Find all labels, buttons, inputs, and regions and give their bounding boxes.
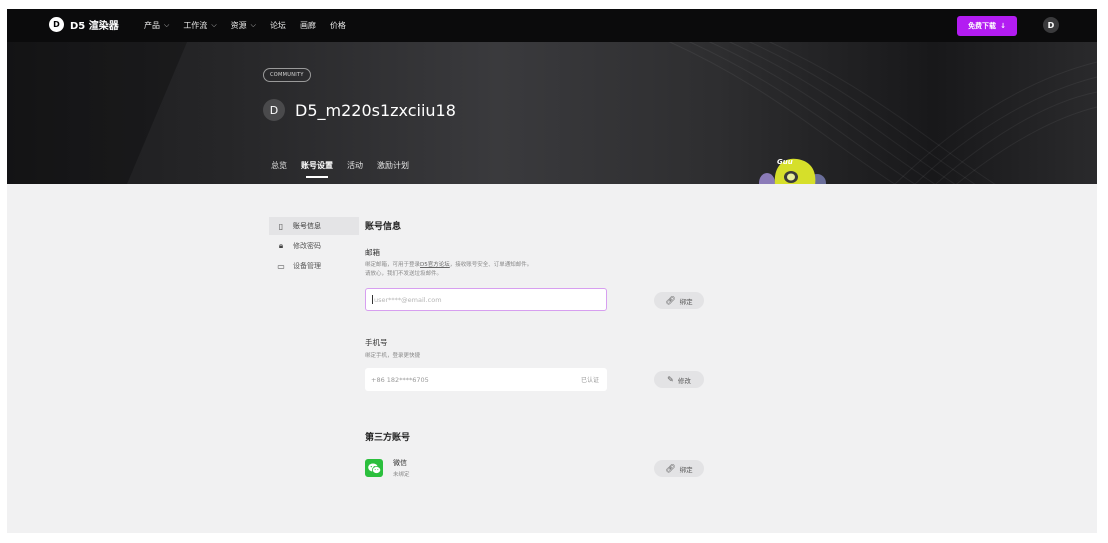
tab-overview[interactable]: 总览 xyxy=(271,160,287,171)
edit-phone-button[interactable]: ✎ 修改 xyxy=(654,371,704,388)
wechat-status: 未绑定 xyxy=(393,472,410,478)
settings-sidebar: ▯ 账号信息 🔒︎ 修改密码 ▭ 设备管理 xyxy=(269,217,359,277)
nav-item-forum[interactable]: 论坛 xyxy=(270,20,286,31)
phone-field[interactable]: +86 182****6705 已认证 xyxy=(365,368,607,391)
nav-item-label: 资源 xyxy=(230,21,247,30)
bind-email-label: 绑定 xyxy=(679,297,693,306)
pencil-icon: ✎ xyxy=(667,375,674,384)
email-label: 邮箱 xyxy=(365,248,380,257)
section-title-third-party: 第三方账号 xyxy=(365,433,411,443)
profile-username: D5_m220s1zxciiu18 xyxy=(295,100,456,120)
profile-avatar: D xyxy=(263,99,285,121)
phone-icon: ▯ xyxy=(278,221,284,231)
email-desc-prefix: 绑定邮箱，可用于登录 xyxy=(365,262,421,268)
nav-menu: 产品 ⌵ 工作流 ⌵ 资源 ⌵ 论坛 画廊 价格 xyxy=(144,20,360,31)
app-window: D D5 渲染器 产品 ⌵ 工作流 ⌵ 资源 ⌵ 论坛 画廊 价格 免费下载 ↓… xyxy=(7,9,1097,533)
nav-item-label: 工作流 xyxy=(183,21,208,30)
profile-hero: COMMUNITY D D5_m220s1zxciiu18 总览 账号设置 活动… xyxy=(7,42,1097,184)
email-description: 绑定邮箱，可用于登录D5官方论坛，接收账号安全、订单通知邮件。 请放心，我们不发… xyxy=(365,261,665,279)
link-icon: 🔗︎ xyxy=(665,296,676,305)
nav-item-product[interactable]: 产品 ⌵ xyxy=(144,20,169,31)
wechat-name: 微信 xyxy=(393,459,407,467)
nav-item-resources[interactable]: 资源 ⌵ xyxy=(231,20,256,31)
tab-activity[interactable]: 活动 xyxy=(347,160,363,171)
sidebar-item-change-password[interactable]: 🔒︎ 修改密码 xyxy=(269,237,359,255)
user-avatar[interactable]: D xyxy=(1043,17,1059,33)
chevron-down-icon: ⌵ xyxy=(164,21,170,29)
email-input[interactable]: user****@email.com xyxy=(365,288,607,311)
tab-incentive[interactable]: 激励计划 xyxy=(377,160,409,171)
phone-verified-status: 已认证 xyxy=(580,377,599,384)
bind-wechat-button[interactable]: 🔗︎ 绑定 xyxy=(654,460,704,477)
email-placeholder: user****@email.com xyxy=(374,295,442,304)
sidebar-item-account-info[interactable]: ▯ 账号信息 xyxy=(269,217,359,235)
bind-email-button[interactable]: 🔗︎ 绑定 xyxy=(654,292,704,309)
logo-mark-icon: D xyxy=(49,17,64,32)
phone-value: +86 182****6705 xyxy=(371,375,429,384)
wechat-icon xyxy=(365,459,383,477)
nav-item-label: 产品 xyxy=(144,21,160,30)
chevron-down-icon: ⌵ xyxy=(211,21,217,29)
section-title-account: 账号信息 xyxy=(365,222,402,232)
sidebar-item-device-management[interactable]: ▭ 设备管理 xyxy=(269,257,359,275)
phone-label: 手机号 xyxy=(365,338,388,347)
email-desc-line2: 请放心，我们不发送垃圾邮件。 xyxy=(365,271,443,277)
hero-background-pattern xyxy=(7,42,1097,184)
download-icon: ↓ xyxy=(1000,22,1006,30)
profile-tabs: 总览 账号设置 活动 激励计划 xyxy=(271,160,423,178)
edit-phone-label: 修改 xyxy=(677,376,691,385)
bind-wechat-label: 绑定 xyxy=(679,465,693,474)
community-badge: COMMUNITY xyxy=(263,68,311,82)
forum-link[interactable]: D5官方论坛 xyxy=(420,262,450,268)
nav-item-label: 价格 xyxy=(329,21,346,30)
brand-logo[interactable]: D D5 渲染器 xyxy=(49,17,119,32)
profile-header: D D5_m220s1zxciiu18 xyxy=(263,99,456,121)
sidebar-item-label: 账号信息 xyxy=(293,222,321,230)
nav-item-workflow[interactable]: 工作流 ⌵ xyxy=(183,20,216,31)
lock-icon: 🔒︎ xyxy=(278,241,284,250)
top-nav: D D5 渲染器 产品 ⌵ 工作流 ⌵ 资源 ⌵ 论坛 画廊 价格 免费下载 ↓… xyxy=(7,9,1097,42)
chevron-down-icon: ⌵ xyxy=(250,21,256,29)
nav-item-label: 论坛 xyxy=(269,21,286,30)
text-caret xyxy=(372,295,373,304)
sidebar-item-label: 修改密码 xyxy=(293,242,321,250)
email-desc-suffix: ，接收账号安全、订单通知邮件。 xyxy=(449,262,533,268)
tab-account-settings[interactable]: 账号设置 xyxy=(301,160,333,178)
download-button[interactable]: 免费下载 ↓ xyxy=(957,16,1017,36)
phone-description: 绑定手机，登录更快捷 xyxy=(365,353,421,359)
logo-text: D5 渲染器 xyxy=(70,21,119,32)
nav-item-label: 画廊 xyxy=(299,21,316,30)
link-icon: 🔗︎ xyxy=(665,464,676,473)
monitor-icon: ▭ xyxy=(277,261,285,271)
nav-item-gallery[interactable]: 画廊 xyxy=(300,20,316,31)
sidebar-item-label: 设备管理 xyxy=(293,262,321,270)
mascot-label: Guu xyxy=(777,158,793,166)
wechat-logo-icon xyxy=(367,463,381,474)
download-label: 免费下载 xyxy=(968,22,997,30)
nav-item-pricing[interactable]: 价格 xyxy=(330,20,346,31)
